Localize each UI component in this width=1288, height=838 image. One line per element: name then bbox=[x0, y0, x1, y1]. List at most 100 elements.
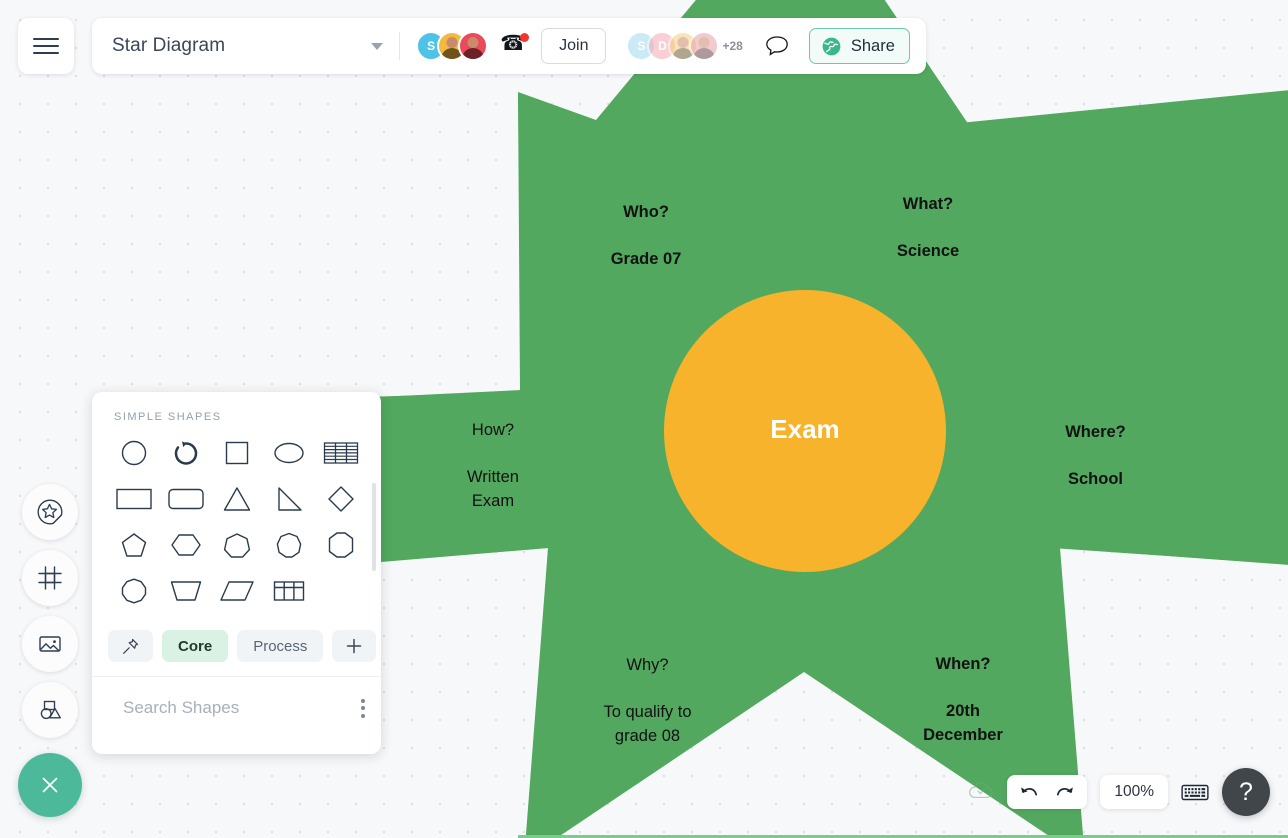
shape-arc-arrow[interactable] bbox=[160, 435, 212, 471]
top-toolbar: Star Diagram S ☎ Join S D +28 Share bbox=[0, 0, 926, 74]
star-point-what[interactable]: What? Science bbox=[843, 170, 1013, 287]
arc-arrow-icon bbox=[174, 441, 197, 465]
star-point-who[interactable]: Who? Grade 07 bbox=[556, 178, 736, 295]
whiteboard-app: Exam Who? Grade 07 What? Science How? Wr… bbox=[0, 0, 1288, 838]
collaborator-avatars: S D +28 bbox=[626, 31, 743, 61]
keyboard-shortcuts-button[interactable] bbox=[1181, 783, 1209, 802]
chevron-down-icon[interactable] bbox=[371, 42, 384, 50]
shape-hexagon[interactable] bbox=[160, 527, 212, 563]
shape-octagon[interactable] bbox=[315, 527, 367, 563]
cloud-saved-icon[interactable] bbox=[968, 780, 994, 805]
frame-tool-button[interactable] bbox=[22, 550, 78, 606]
tab-core[interactable]: Core bbox=[162, 630, 229, 662]
tab-process[interactable]: Process bbox=[237, 630, 324, 662]
shape-nonagon[interactable] bbox=[263, 527, 315, 563]
star-point-where-answer: School bbox=[1067, 470, 1123, 489]
pentagon-icon bbox=[121, 533, 147, 557]
objects-icon bbox=[40, 700, 61, 720]
star-point-when-question: When? bbox=[935, 655, 991, 674]
avatar-initial: S bbox=[637, 39, 646, 53]
shape-diamond[interactable] bbox=[315, 481, 367, 517]
star-point-how[interactable]: How? Written Exam bbox=[418, 396, 568, 537]
shape-square[interactable] bbox=[212, 435, 264, 471]
star-point-what-question: What? bbox=[902, 195, 954, 214]
ellipse-icon bbox=[274, 442, 304, 464]
close-panel-button[interactable] bbox=[18, 753, 82, 817]
shape-grid-table[interactable] bbox=[263, 573, 315, 609]
call-button[interactable]: ☎ bbox=[500, 32, 530, 60]
octagon-icon bbox=[328, 532, 354, 558]
star-point-why[interactable]: Why? To qualify to grade 08 bbox=[540, 631, 755, 772]
zoom-level-label: 100% bbox=[1114, 783, 1154, 800]
zoom-level-button[interactable]: 100% bbox=[1100, 775, 1168, 809]
image-icon bbox=[39, 636, 61, 652]
join-label: Join bbox=[559, 37, 589, 54]
shapes-tool-button[interactable] bbox=[22, 484, 78, 540]
search-input[interactable] bbox=[123, 698, 344, 718]
document-toolbar: Star Diagram S ☎ Join S D +28 Share bbox=[92, 18, 926, 74]
center-label[interactable]: Exam bbox=[665, 414, 945, 445]
left-tool-rail bbox=[22, 484, 78, 738]
keyboard-icon bbox=[1181, 784, 1209, 800]
star-point-when-answer: 20th December bbox=[923, 702, 1003, 744]
star-point-who-answer: Grade 07 bbox=[610, 250, 682, 269]
table-striped-icon bbox=[323, 442, 359, 464]
shape-decagon[interactable] bbox=[108, 573, 160, 609]
avatar-initial: D bbox=[658, 39, 667, 53]
divider bbox=[399, 32, 401, 60]
star-point-what-answer: Science bbox=[896, 242, 960, 261]
shape-ellipse[interactable] bbox=[263, 435, 315, 471]
shapes-section-title: SIMPLE SHAPES bbox=[114, 411, 222, 423]
star-point-how-question: How? bbox=[471, 421, 515, 440]
avatar[interactable] bbox=[458, 31, 489, 61]
rectangle-icon bbox=[116, 488, 152, 510]
help-button[interactable]: ? bbox=[1222, 768, 1270, 816]
star-point-where-question: Where? bbox=[1065, 423, 1126, 442]
shape-triangle[interactable] bbox=[212, 481, 264, 517]
star-point-how-answer: Written Exam bbox=[467, 468, 519, 510]
page-title[interactable]: Star Diagram bbox=[112, 35, 225, 57]
shape-trapezoid[interactable] bbox=[160, 573, 212, 609]
square-icon bbox=[226, 441, 249, 465]
join-button[interactable]: Join bbox=[541, 28, 607, 64]
presence-avatars: S bbox=[416, 31, 489, 61]
redo-button[interactable] bbox=[1054, 784, 1075, 801]
shape-rounded-rectangle[interactable] bbox=[160, 481, 212, 517]
tab-pinned[interactable] bbox=[108, 630, 153, 662]
comment-bubble-icon bbox=[765, 36, 788, 56]
star-point-where[interactable]: Where? School bbox=[1018, 398, 1173, 515]
image-tool-button[interactable] bbox=[22, 616, 78, 672]
shape-right-triangle[interactable] bbox=[263, 481, 315, 517]
shapes-search-row bbox=[92, 677, 381, 739]
shape-empty-slot bbox=[315, 573, 367, 609]
close-x-icon bbox=[42, 777, 58, 793]
frame-icon bbox=[38, 566, 62, 590]
share-button[interactable]: Share bbox=[808, 28, 910, 64]
shapes-grid bbox=[92, 435, 381, 609]
shape-library-tabs: Core Process bbox=[92, 620, 381, 676]
diamond-icon bbox=[328, 486, 354, 512]
kebab-menu-icon[interactable] bbox=[357, 695, 369, 722]
chat-button[interactable] bbox=[765, 35, 789, 57]
shapes-sticker-icon bbox=[37, 499, 63, 525]
shape-rectangle[interactable] bbox=[108, 481, 160, 517]
shape-heptagon[interactable] bbox=[212, 527, 264, 563]
decagon-icon bbox=[121, 578, 147, 604]
shape-parallelogram[interactable] bbox=[212, 573, 264, 609]
avatar[interactable] bbox=[689, 31, 720, 61]
shapes-panel: SIMPLE SHAPES Core Process Search Shapes bbox=[92, 392, 381, 754]
overflow-count[interactable]: +28 bbox=[722, 39, 742, 53]
shapes-scrollbar[interactable] bbox=[372, 483, 376, 571]
star-point-when[interactable]: When? 20th December bbox=[878, 630, 1048, 771]
menu-button[interactable] bbox=[18, 18, 74, 74]
objects-tool-button[interactable] bbox=[22, 682, 78, 738]
globe-icon bbox=[822, 37, 841, 55]
shape-pentagon[interactable] bbox=[108, 527, 160, 563]
add-library-button[interactable] bbox=[332, 630, 377, 662]
star-point-why-question: Why? bbox=[626, 656, 669, 675]
shape-circle[interactable] bbox=[108, 435, 160, 471]
right-triangle-icon bbox=[278, 487, 302, 511]
shape-table-striped[interactable] bbox=[315, 435, 367, 471]
undo-button[interactable] bbox=[1019, 784, 1040, 801]
grid-table-icon bbox=[274, 581, 305, 601]
